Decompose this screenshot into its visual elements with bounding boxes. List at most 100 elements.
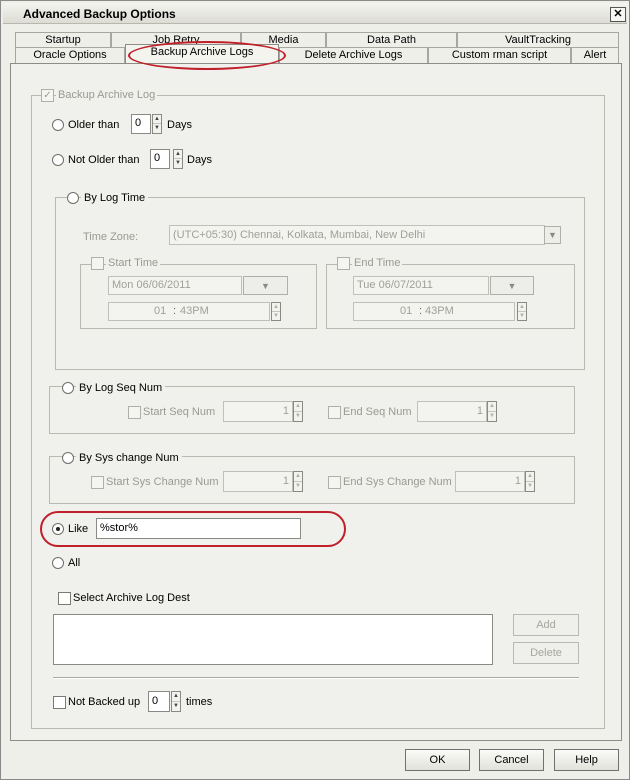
- spin-down-icon[interactable]: ▼: [294, 412, 302, 422]
- older-than-label: Older than: [68, 119, 120, 131]
- end-sys-change-label: End Sys Change Num: [343, 476, 452, 488]
- end-sys-change-checkbox[interactable]: [328, 476, 341, 489]
- time-separator: :: [173, 305, 177, 317]
- divider: [53, 677, 579, 679]
- spin-up-icon[interactable]: ▲: [526, 472, 534, 482]
- end-time-stepper[interactable]: ▲ ▼: [517, 302, 527, 321]
- end-sys-change-stepper[interactable]: ▲ ▼: [525, 471, 535, 492]
- spin-down-icon[interactable]: ▼: [174, 159, 182, 168]
- start-sys-change-label: Start Sys Change Num: [106, 476, 219, 488]
- end-seq-stepper[interactable]: ▲ ▼: [487, 401, 497, 422]
- spin-up-icon[interactable]: ▲: [172, 692, 180, 702]
- tab-custom-rman-script[interactable]: Custom rman script: [428, 47, 571, 63]
- spin-down-icon[interactable]: ▼: [518, 312, 526, 321]
- start-hour: 01: [154, 305, 167, 317]
- tab-data-path[interactable]: Data Path: [326, 32, 457, 48]
- spin-down-icon[interactable]: ▼: [153, 124, 161, 133]
- tab-vault-tracking[interactable]: VaultTracking: [457, 32, 619, 48]
- start-time-label: Start Time: [106, 256, 161, 270]
- spin-up-icon[interactable]: ▲: [488, 402, 496, 412]
- start-seq-input[interactable]: 1: [223, 401, 293, 422]
- select-archive-log-dest-checkbox[interactable]: [58, 592, 71, 605]
- start-sys-change-stepper[interactable]: ▲ ▼: [293, 471, 303, 492]
- not-backed-up-checkbox[interactable]: [53, 696, 66, 709]
- end-seq-checkbox[interactable]: [328, 406, 341, 419]
- start-time-checkbox[interactable]: [91, 257, 104, 270]
- timezone-select[interactable]: (UTC+05:30) Chennai, Kolkata, Mumbai, Ne…: [169, 225, 545, 245]
- tab-startup[interactable]: Startup: [15, 32, 111, 48]
- by-log-seq-label: By Log Seq Num: [76, 381, 166, 395]
- ok-button[interactable]: OK: [405, 749, 470, 771]
- not-older-than-input[interactable]: 0: [150, 149, 170, 169]
- not-older-than-label: Not Older than: [68, 154, 140, 166]
- end-hour: 01: [400, 305, 413, 317]
- spin-down-icon[interactable]: ▼: [294, 482, 302, 492]
- older-than-input[interactable]: 0: [131, 114, 151, 134]
- start-time-input[interactable]: 01 : 43PM: [108, 302, 270, 321]
- end-date-input[interactable]: Tue 06/07/2011: [353, 276, 489, 295]
- spin-up-icon[interactable]: ▲: [272, 303, 280, 312]
- advanced-backup-options-dialog: Advanced Backup Options ✕ Startup Job Re…: [0, 0, 630, 780]
- not-older-than-radio[interactable]: [52, 154, 64, 166]
- not-older-than-stepper[interactable]: ▲ ▼: [173, 149, 183, 169]
- backup-archive-log-label: Backup Archive Log: [56, 88, 158, 102]
- end-time-input[interactable]: 01 : 43PM: [353, 302, 515, 321]
- tab-backup-archive-logs[interactable]: Backup Archive Logs: [125, 44, 279, 63]
- title-bar: Advanced Backup Options ✕: [3, 3, 627, 24]
- close-button[interactable]: ✕: [610, 7, 626, 22]
- spin-down-icon[interactable]: ▼: [488, 412, 496, 422]
- tab-delete-archive-logs[interactable]: Delete Archive Logs: [279, 47, 428, 63]
- not-older-than-unit: Days: [187, 154, 213, 166]
- tab-panel: ✓ Backup Archive Log Older than 0 ▲ ▼ Day…: [10, 63, 622, 741]
- start-date-dropdown-icon[interactable]: ▼: [243, 276, 288, 295]
- spin-down-icon[interactable]: ▼: [526, 482, 534, 492]
- start-time-stepper[interactable]: ▲ ▼: [271, 302, 281, 321]
- not-backed-up-label: Not Backed up: [68, 696, 141, 708]
- archive-log-dest-list[interactable]: [53, 614, 493, 665]
- time-separator: :: [419, 305, 423, 317]
- start-seq-checkbox[interactable]: [128, 406, 141, 419]
- spin-up-icon[interactable]: ▲: [153, 115, 161, 124]
- start-date-input[interactable]: Mon 06/06/2011: [108, 276, 242, 295]
- timezone-label: Time Zone:: [83, 231, 139, 243]
- delete-dest-button[interactable]: Delete: [513, 642, 579, 664]
- spin-up-icon[interactable]: ▲: [294, 402, 302, 412]
- older-than-stepper[interactable]: ▲ ▼: [152, 114, 162, 134]
- not-backed-up-input[interactable]: 0: [148, 691, 170, 712]
- cancel-button[interactable]: Cancel: [479, 749, 544, 771]
- like-radio[interactable]: [52, 523, 64, 535]
- not-backed-up-unit: times: [186, 696, 213, 708]
- spin-down-icon[interactable]: ▼: [272, 312, 280, 321]
- by-sys-change-radio[interactable]: [62, 452, 74, 464]
- end-time-checkbox[interactable]: [337, 257, 350, 270]
- by-log-time-radio[interactable]: [67, 192, 79, 204]
- start-seq-stepper[interactable]: ▲ ▼: [293, 401, 303, 422]
- all-radio[interactable]: [52, 557, 64, 569]
- not-backed-up-stepper[interactable]: ▲ ▼: [171, 691, 181, 712]
- spin-up-icon[interactable]: ▲: [294, 472, 302, 482]
- by-sys-change-label: By Sys change Num: [76, 451, 182, 465]
- backup-archive-log-checkbox[interactable]: ✓: [41, 89, 54, 102]
- spin-up-icon[interactable]: ▲: [518, 303, 526, 312]
- end-date-dropdown-icon[interactable]: ▼: [490, 276, 534, 295]
- help-button[interactable]: Help: [554, 749, 619, 771]
- timezone-dropdown-icon[interactable]: ▼: [544, 226, 561, 244]
- spin-down-icon[interactable]: ▼: [172, 702, 180, 712]
- end-seq-input[interactable]: 1: [417, 401, 487, 422]
- like-pattern-input[interactable]: %stor%: [96, 518, 301, 539]
- older-than-radio[interactable]: [52, 119, 64, 131]
- end-minute: 43PM: [425, 305, 454, 317]
- like-label: Like: [68, 523, 89, 535]
- start-sys-change-input[interactable]: 1: [223, 471, 293, 492]
- spin-up-icon[interactable]: ▲: [174, 150, 182, 159]
- start-seq-label: Start Seq Num: [143, 406, 216, 418]
- start-sys-change-checkbox[interactable]: [91, 476, 104, 489]
- by-log-seq-radio[interactable]: [62, 382, 74, 394]
- start-minute: 43PM: [180, 305, 209, 317]
- tab-oracle-options[interactable]: Oracle Options: [15, 47, 125, 63]
- end-seq-label: End Seq Num: [343, 406, 412, 418]
- end-time-label: End Time: [352, 256, 403, 270]
- add-dest-button[interactable]: Add: [513, 614, 579, 636]
- tab-alert[interactable]: Alert: [571, 47, 619, 63]
- end-sys-change-input[interactable]: 1: [455, 471, 525, 492]
